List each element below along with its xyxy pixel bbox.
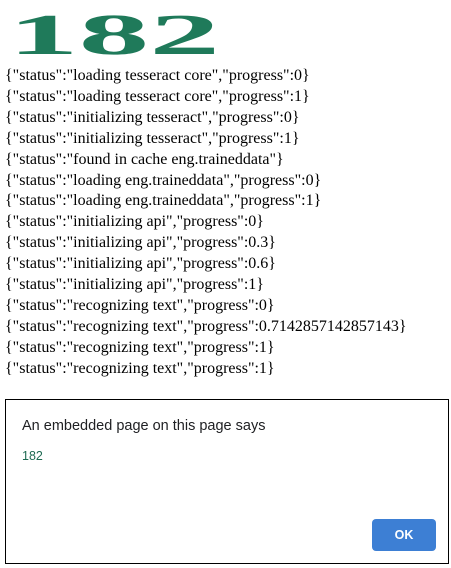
log-line: {"status":"recognizing text","progress":… <box>5 317 407 335</box>
log-line: {"status":"initializing tesseract","prog… <box>5 108 300 126</box>
dialog-title: An embedded page on this page says <box>22 418 266 434</box>
log-line: {"status":"recognizing text","progress":… <box>5 338 275 356</box>
log-line: {"status":"loading tesseract core","prog… <box>5 87 310 105</box>
log-line: {"status":"initializing api","progress":… <box>5 234 276 252</box>
log-line: {"status":"found in cache eng.traineddat… <box>5 150 284 168</box>
log-line: {"status":"loading eng.traineddata","pro… <box>5 192 322 210</box>
dialog-message: 182 <box>22 449 43 463</box>
log-line: {"status":"recognizing text","progress":… <box>5 359 275 377</box>
ocr-image-text: 182 <box>8 8 220 64</box>
log-line: {"status":"initializing tesseract","prog… <box>5 129 300 147</box>
ocr-source-image: 182 <box>8 8 228 64</box>
log-line: {"status":"recognizing text","progress":… <box>5 296 275 314</box>
ok-button[interactable]: OK <box>372 519 436 551</box>
log-line: {"status":"initializing api","progress":… <box>5 213 264 231</box>
progress-log: {"status":"loading tesseract core","prog… <box>5 66 451 380</box>
log-line: {"status":"loading tesseract core","prog… <box>5 67 310 84</box>
log-line: {"status":"loading eng.traineddata","pro… <box>5 171 322 189</box>
log-line: {"status":"initializing api","progress":… <box>5 276 264 294</box>
alert-dialog: An embedded page on this page says 182 O… <box>5 399 449 564</box>
log-line: {"status":"initializing api","progress":… <box>5 255 276 273</box>
